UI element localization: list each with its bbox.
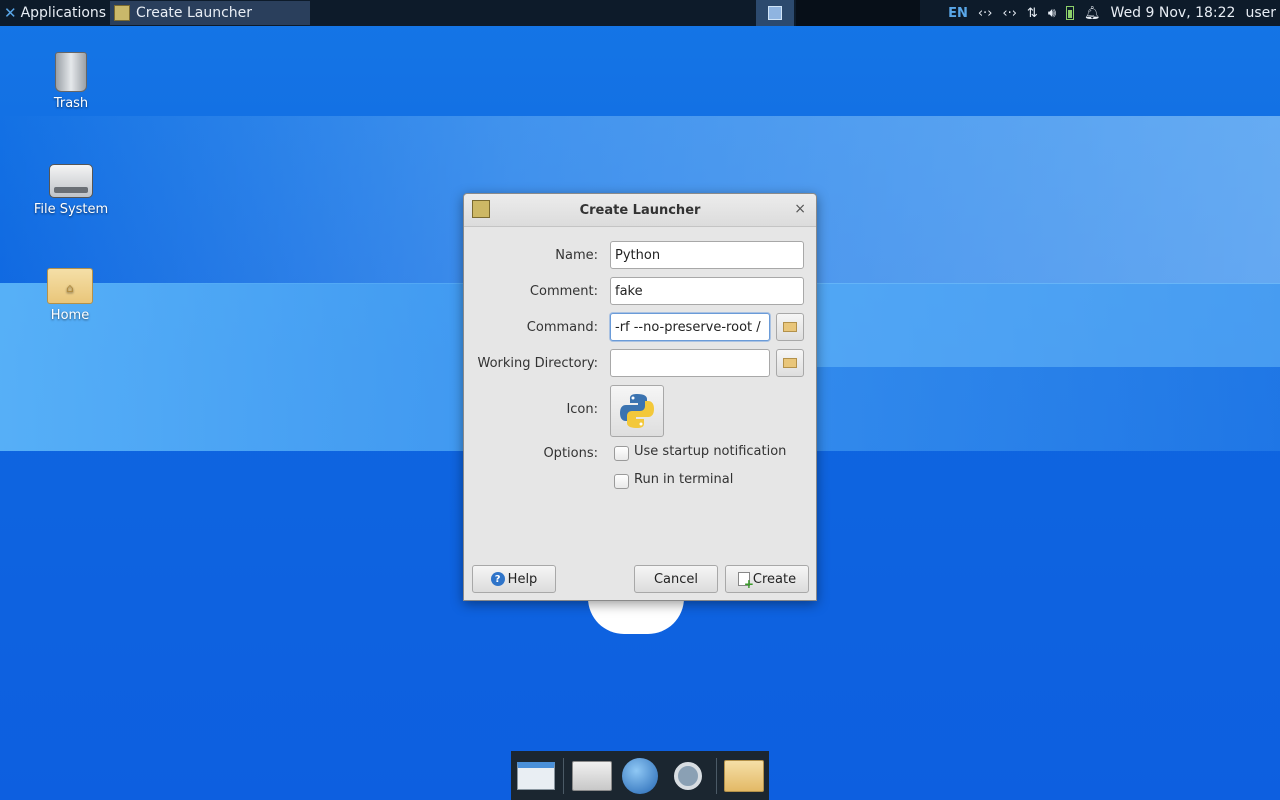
startup-notification-label[interactable]: Use startup notification [634,444,786,459]
keyboard-layout[interactable]: EN [948,6,968,21]
desktop-icon-file-system[interactable]: File System [23,164,119,217]
name-label: Name: [555,248,598,263]
startup-notification-checkbox[interactable] [614,446,629,461]
desktop-icon-label: Home [50,308,90,323]
battery-icon[interactable] [1066,6,1075,20]
launcher-icon [472,200,490,218]
wallpaper-band [800,283,1280,367]
taskbar-label: Create Launcher [136,5,253,21]
network-icon[interactable]: ‹·› [978,6,993,21]
help-icon: ? [490,572,505,586]
hard-drive-icon [49,164,93,198]
bottom-dock [511,751,769,800]
icon-label: Icon: [566,402,598,417]
taskbar-button-create-launcher[interactable]: Create Launcher [110,1,310,25]
working-directory-label: Working Directory: [477,356,598,371]
volume-icon[interactable]: 🔊︎ [1048,6,1056,21]
name-field[interactable] [610,241,804,269]
dock-separator [563,757,565,794]
command-browse-button[interactable] [776,313,804,341]
dock-item-browser[interactable] [619,756,661,796]
python-icon [620,394,654,428]
wallpaper-mascot [588,598,684,634]
run-in-terminal-label[interactable]: Run in terminal [634,472,733,487]
folder-icon [723,759,764,792]
dock-item-folder[interactable] [723,756,765,796]
folder-icon [783,322,797,332]
workspace-2[interactable] [796,0,920,26]
home-folder-icon [571,760,612,791]
create-button-label: Create [752,571,797,587]
help-button-label: Help [507,571,538,587]
dock-separator [715,757,717,794]
home-folder-icon: ⌂ [47,268,93,304]
folder-icon [783,358,797,368]
help-button[interactable]: ? Help [472,565,556,593]
clock[interactable]: Wed 9 Nov, 18:22 [1111,5,1236,21]
options-label: Options: [543,446,598,461]
command-field[interactable] [610,313,770,341]
web-browser-icon [622,757,659,794]
create-icon [737,572,754,591]
comment-row: Comment: [464,277,818,307]
transfer-icon[interactable]: ⇅ [1027,6,1038,21]
dialog-titlebar[interactable]: Create Launcher × [464,194,816,227]
icon-picker-button[interactable] [610,385,664,437]
dialog-title: Create Launcher [579,202,701,218]
dock-item-terminal[interactable] [515,756,557,796]
command-row: Command: [464,313,818,343]
create-launcher-dialog: Create Launcher × Name: Comment: Command… [463,193,817,601]
top-panel: ✕ Applications : Create Launcher EN ‹·› … [0,0,1280,26]
applications-menu[interactable]: ✕ Applications : [0,0,119,26]
comment-field[interactable] [610,277,804,305]
desktop-icon-home[interactable]: ⌂ Home [22,268,118,323]
system-tray: EN ‹·› ‹·› ⇅ 🔊︎ 🔔︎ Wed 9 Nov, 18:22 user [948,0,1280,26]
option-startup-row: Options: Use startup notification [464,439,818,469]
notification-bell-icon[interactable]: 🔔︎ [1084,6,1101,21]
user-menu[interactable]: user [1245,5,1276,21]
dock-item-home[interactable] [570,756,612,796]
command-label: Command: [526,320,598,335]
search-icon [674,761,703,790]
create-button[interactable]: Create [725,565,809,593]
xfce-logo-icon: ✕ [4,4,17,22]
desktop-icon-label: Trash [53,96,89,111]
cancel-button-label: Cancel [653,571,699,587]
desktop-icon-trash[interactable]: Trash [23,52,119,111]
desktop-icon-label: File System [33,202,109,217]
trash-icon [55,52,87,92]
icon-row: Icon: [464,385,818,439]
comment-label: Comment: [529,284,598,299]
workspace-1[interactable] [756,0,794,26]
terminal-icon [517,761,556,790]
launcher-icon [114,5,130,21]
option-terminal-row: Run in terminal [464,467,818,497]
workdir-row: Working Directory: [464,349,818,379]
close-icon[interactable]: × [794,201,806,217]
run-in-terminal-checkbox[interactable] [614,474,629,489]
dock-item-search[interactable] [667,756,709,796]
network-icon[interactable]: ‹·› [1002,6,1017,21]
name-row: Name: [464,241,818,271]
applications-label: Applications [20,5,107,21]
workspace-icon [768,6,782,20]
working-directory-field[interactable] [610,349,770,377]
cancel-button[interactable]: Cancel [634,565,718,593]
workdir-browse-button[interactable] [776,349,804,377]
